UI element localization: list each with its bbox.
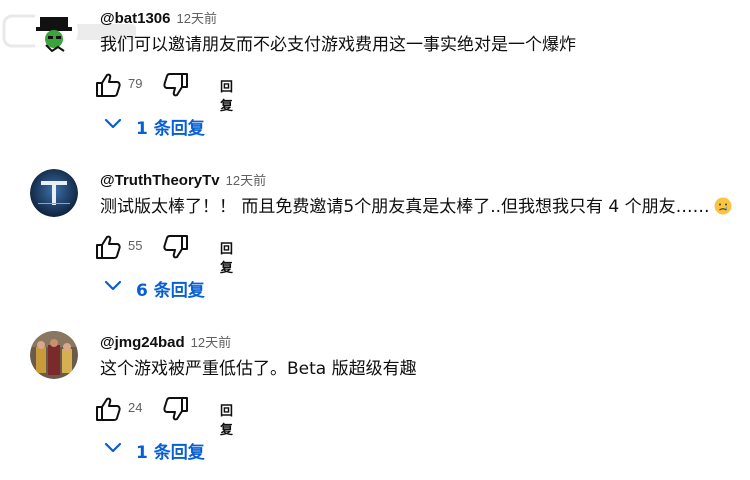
comment-item: @TruthTheoryTv 12天前 测试版太棒了！！ 而且免费邀请5个朋友真是… (0, 162, 750, 318)
like-count: 79 (128, 76, 143, 91)
author-handle[interactable]: @jmg24bad (100, 334, 185, 351)
dislike-button[interactable] (162, 234, 190, 260)
thumbs-down-icon (163, 235, 188, 259)
like-button[interactable] (94, 396, 122, 422)
crying-face-icon (714, 197, 732, 215)
replies-count-label: 1 条回复 (136, 119, 205, 139)
thumbs-up-icon (96, 235, 121, 259)
like-count: 24 (128, 400, 143, 415)
comment-time[interactable]: 12天前 (191, 335, 231, 350)
crying-face-emoji (714, 197, 732, 215)
thumbs-down-icon (163, 73, 188, 97)
like-button[interactable] (94, 234, 122, 260)
avatar[interactable] (30, 169, 78, 217)
comment-item: @jmg24bad 12天前 这个游戏被严重低估了。Beta 版超级有趣 24 回… (0, 324, 750, 480)
comment-text-body: 测试版太棒了！！ 而且免费邀请5个朋友真是太棒了..但我想我只有 4 个朋友…… (100, 197, 710, 217)
replies-count-label: 6 条回复 (136, 281, 205, 301)
reply-button[interactable]: 回复 (220, 76, 233, 114)
chevron-down-icon (104, 280, 122, 291)
chevron-down-icon (104, 442, 122, 453)
chevron-down-icon (104, 118, 122, 129)
replies-count-label: 1 条回复 (136, 443, 205, 463)
comment-header: @bat1306 12天前 (100, 8, 217, 28)
like-count: 55 (128, 238, 143, 253)
comment-text: 这个游戏被严重低估了。Beta 版超级有趣 (100, 359, 417, 379)
like-button[interactable] (94, 72, 122, 98)
comment-header: @jmg24bad 12天前 (100, 332, 231, 352)
author-handle[interactable]: @TruthTheoryTv (100, 172, 220, 189)
comment-item: @bat1306 12天前 我们可以邀请朋友而不必支付游戏费用这一事实绝对是一个爆… (0, 0, 750, 156)
reply-button[interactable]: 回复 (220, 238, 233, 276)
dislike-button[interactable] (162, 396, 190, 422)
avatar[interactable] (30, 331, 78, 379)
comment-time[interactable]: 12天前 (177, 11, 217, 26)
author-handle[interactable]: @bat1306 (100, 10, 171, 27)
comment-text: 测试版太棒了！！ 而且免费邀请5个朋友真是太棒了..但我想我只有 4 个朋友…… (100, 196, 732, 218)
thumbs-up-icon (96, 73, 121, 97)
avatar[interactable] (30, 7, 78, 55)
comment-text: 我们可以邀请朋友而不必支付游戏费用这一事实绝对是一个爆炸 (100, 35, 576, 55)
thumbs-up-icon (96, 397, 121, 421)
thumbs-down-icon (163, 397, 188, 421)
dislike-button[interactable] (162, 72, 190, 98)
comment-time[interactable]: 12天前 (226, 173, 266, 188)
comment-header: @TruthTheoryTv 12天前 (100, 170, 266, 190)
reply-button[interactable]: 回复 (220, 400, 233, 438)
